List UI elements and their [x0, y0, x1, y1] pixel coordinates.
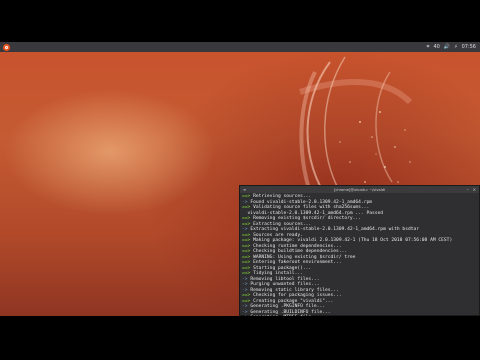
terminal-line-text: Checking for packaging issues... [253, 293, 342, 298]
system-tray: ⌗ 40 🔊 ⚡ 07:56 [427, 42, 476, 52]
terminal-output[interactable]: ==> Retrieving sources... -> Found vivald… [240, 193, 479, 316]
terminal-line-prefix: ==> [242, 249, 254, 254]
desktop: ⌗ 40 🔊 ⚡ 07:56 ≡ [chrome]@ubuntu: ~/viva… [0, 42, 480, 316]
terminal-title: [chrome]@ubuntu: ~/vivaldi [333, 187, 386, 192]
terminal-menu-icon[interactable]: ≡ [243, 186, 246, 193]
terminal-line-prefix: ==> [242, 216, 254, 221]
terminal-line-text: Checking buildtime dependencies... [253, 249, 348, 254]
terminal-line-prefix: ==> [242, 194, 254, 199]
terminal-line-text: Removing existing $srcdir/ directory... [253, 216, 361, 221]
terminal-line-text: Generating .BUILDINFO file... [250, 309, 331, 315]
clock[interactable]: 07:56 [462, 42, 476, 52]
volume-icon[interactable]: 🔊 [444, 42, 450, 52]
terminal-line-text: Generating .MTREE file... [250, 315, 319, 316]
minimize-icon[interactable]: – [467, 187, 469, 192]
terminal-line-text: Entering fakeroot environment... [253, 260, 342, 265]
terminal-line-text: Retrieving sources... [253, 194, 312, 199]
terminal-line-prefix: ==> [242, 260, 254, 265]
terminal-line-text: Starting package()... [253, 265, 312, 271]
terminal-line-prefix: ==> [242, 221, 254, 227]
terminal-line-text: Sources are ready. [253, 232, 303, 238]
terminal-line-prefix: ==> [242, 205, 254, 210]
battery-level-label[interactable]: 40 [433, 42, 439, 52]
terminal-line-text: Extracting vivaldi-stable-2.0.1309.42-1_… [250, 227, 420, 232]
terminal-line-text: Purging unwanted files... [250, 282, 320, 287]
terminal-line-text: Generating .PKGINFO file... [250, 304, 325, 309]
ubuntu-logo-icon[interactable] [3, 43, 10, 51]
terminal-line-text: Removing libtool files... [250, 276, 320, 282]
terminal-line-prefix: ==> [242, 298, 254, 304]
top-panel: ⌗ 40 🔊 ⚡ 07:56 [0, 42, 480, 52]
close-icon[interactable]: × [473, 187, 476, 192]
terminal-line: -> Generating .MTREE file... [242, 315, 477, 316]
terminal-line-prefix: ==> [242, 254, 254, 260]
terminal-line-prefix: ==> [242, 271, 254, 276]
network-icon[interactable]: ⌗ [427, 42, 430, 52]
terminal-line-text: Tidying install... [253, 271, 303, 276]
terminal-line-prefix: ==> [242, 238, 254, 243]
terminal-titlebar[interactable]: ≡ [chrome]@ubuntu: ~/vivaldi – × [240, 186, 479, 193]
terminal-line-text: Checking runtime dependencies... [253, 243, 342, 249]
terminal-line-prefix: ==> [242, 243, 254, 249]
terminal-window[interactable]: ≡ [chrome]@ubuntu: ~/vivaldi – × ==> Ret… [239, 185, 480, 316]
terminal-line-prefix: ==> [242, 265, 254, 271]
terminal-line-text: Extracting sources... [253, 221, 312, 227]
power-icon[interactable]: ⚡ [454, 42, 458, 52]
terminal-line-text: vivaldi-stable-2.0.1309.42-1_amd64.rpm .… [242, 210, 384, 216]
terminal-line-prefix: ==> [242, 293, 254, 298]
terminal-line-text: WARNING: Using existing $srcdir/ tree [253, 254, 356, 260]
terminal-line-text: Making package: vivaldi 2.0.1309.42-1 (T… [253, 238, 453, 243]
terminal-line-text: Removing static library files... [250, 287, 339, 293]
terminal-line-text: Creating package "vivaldi"... [253, 298, 334, 304]
terminal-line-text: Validating source files with sha256sums.… [253, 205, 370, 210]
terminal-line-prefix: ==> [242, 232, 254, 238]
terminal-line-text: Found vivaldi-stable-2.0.1309.42-1_amd64… [250, 199, 373, 205]
